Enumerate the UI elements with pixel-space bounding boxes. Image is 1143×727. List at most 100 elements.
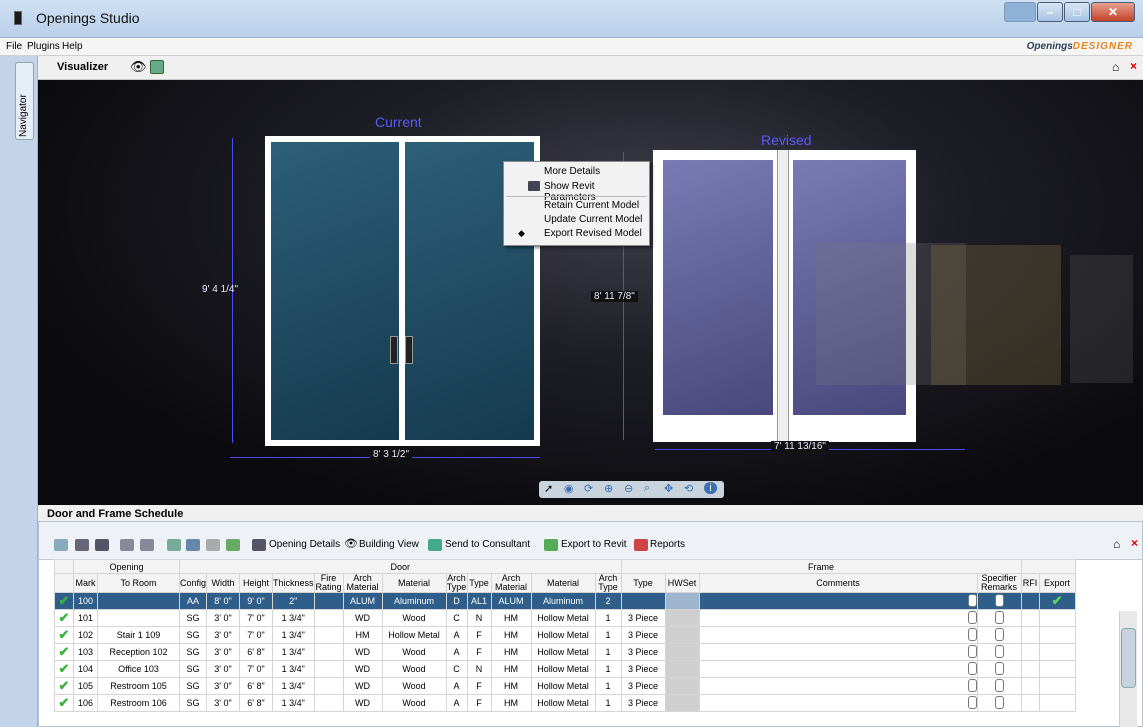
table-cell[interactable]: SG [178, 694, 208, 712]
zoom-in-icon[interactable]: ⊕ [604, 482, 613, 495]
undo-icon[interactable] [120, 539, 134, 551]
column-header[interactable]: Width [206, 573, 241, 593]
table-cell[interactable]: WD [342, 677, 383, 695]
table-cell[interactable] [313, 609, 344, 627]
table-cell[interactable]: 1 [594, 609, 622, 627]
table-cell[interactable]: N [466, 660, 492, 678]
table-row[interactable]: ✔ 105 Restroom 105 SG 3' 0" 6' 8" 1 3/4" WD Wood… [54, 677, 1076, 695]
table-cell[interactable]: 1 [594, 660, 622, 678]
comments-cell[interactable] [698, 677, 978, 695]
specifier-remarks-cell[interactable] [976, 626, 1022, 644]
column-header[interactable]: Material [530, 573, 596, 593]
remarks-note-icon[interactable] [994, 678, 1004, 692]
table-cell[interactable]: Hollow Metal [530, 694, 596, 712]
table-cell[interactable]: ALUM [342, 592, 383, 610]
specifier-remarks-cell[interactable] [976, 694, 1022, 712]
columns-icon[interactable] [186, 539, 200, 551]
hwset-cell[interactable] [664, 626, 700, 644]
rfi-cell[interactable] [1020, 626, 1040, 644]
save-icon[interactable] [75, 539, 89, 551]
export-cell[interactable] [1038, 643, 1076, 661]
comment-note-icon[interactable] [967, 678, 977, 692]
table-cell[interactable]: 103 [73, 643, 98, 661]
table-cell[interactable]: 1 3/4" [272, 677, 315, 695]
table-cell[interactable]: SG [178, 660, 208, 678]
specifier-remarks-cell[interactable] [976, 609, 1022, 627]
pin-schedule-icon[interactable]: ⌂ [1113, 537, 1120, 551]
table-cell[interactable] [313, 626, 344, 644]
table-row[interactable]: ✔ 104 Office 103 SG 3' 0" 7' 0" 1 3/4" WD Wood C N… [54, 660, 1076, 678]
rfi-cell[interactable] [1020, 643, 1040, 661]
table-cell[interactable]: 102 [73, 626, 98, 644]
export-cell[interactable] [1038, 677, 1076, 695]
table-cell[interactable]: Stair 1 109 [97, 626, 180, 644]
table-cell[interactable]: A [445, 643, 468, 661]
filter-icon[interactable] [206, 539, 220, 551]
comment-note-icon[interactable] [967, 661, 977, 675]
table-cell[interactable]: A [445, 694, 468, 712]
pointer-icon[interactable]: ➚ [544, 482, 553, 495]
table-cell[interactable]: 3' 0" [206, 609, 241, 627]
export-icon[interactable] [150, 60, 164, 74]
table-cell[interactable]: A [445, 626, 468, 644]
table-cell[interactable] [620, 592, 666, 610]
hwset-cell[interactable] [664, 609, 700, 627]
rotate-icon[interactable]: ⟳ [584, 482, 593, 495]
table-cell[interactable]: 1 [594, 643, 622, 661]
table-cell[interactable]: AA [178, 592, 208, 610]
table-row[interactable]: ✔ 102 Stair 1 109 SG 3' 0" 7' 0" 1 3/4" HM Hollo… [54, 626, 1076, 644]
export-to-revit-button[interactable]: Export to Revit [561, 539, 627, 550]
table-cell[interactable]: Hollow Metal [530, 660, 596, 678]
table-cell[interactable]: Aluminum [530, 592, 596, 610]
table-cell[interactable]: HM [490, 677, 532, 695]
table-cell[interactable]: Reception 102 [97, 643, 180, 661]
column-header[interactable]: RFI [1020, 573, 1040, 593]
close-schedule-icon[interactable]: × [1131, 536, 1138, 550]
column-header[interactable]: Arch Type [445, 573, 468, 593]
table-cell[interactable]: Wood [381, 643, 447, 661]
specifier-remarks-cell[interactable] [976, 592, 1022, 610]
table-cell[interactable]: 101 [73, 609, 98, 627]
table-cell[interactable]: AL1 [466, 592, 492, 610]
export-cell[interactable] [1038, 694, 1076, 712]
comments-cell[interactable] [698, 694, 978, 712]
menu-retain-current-model[interactable]: Retain Current Model [544, 200, 639, 211]
grid-icon[interactable] [167, 539, 181, 551]
table-cell[interactable]: Hollow Metal [530, 626, 596, 644]
table-cell[interactable]: WD [342, 609, 383, 627]
table-cell[interactable]: 2" [272, 592, 315, 610]
table-cell[interactable]: 3' 0" [206, 643, 241, 661]
table-cell[interactable]: 105 [73, 677, 98, 695]
redo-icon[interactable] [140, 539, 154, 551]
info-icon[interactable]: i [704, 482, 717, 494]
table-cell[interactable] [97, 609, 180, 627]
view-icon[interactable]: ◉ [564, 482, 574, 495]
comment-note-icon[interactable] [967, 610, 977, 624]
table-cell[interactable]: SG [178, 626, 208, 644]
table-row[interactable]: ✔ 100 AA 8' 0" 9' 0" 2" ALUM Aluminum D AL1 ALUM Al… [54, 592, 1076, 610]
hwset-cell[interactable] [664, 677, 700, 695]
opening-details-button[interactable]: Opening Details [269, 539, 340, 550]
table-cell[interactable]: A [445, 677, 468, 695]
hwset-cell[interactable] [664, 694, 700, 712]
specifier-remarks-cell[interactable] [976, 643, 1022, 661]
table-cell[interactable]: 1 3/4" [272, 660, 315, 678]
table-cell[interactable]: Hollow Metal [530, 677, 596, 695]
hwset-cell[interactable] [664, 643, 700, 661]
table-row[interactable]: ✔ 101 SG 3' 0" 7' 0" 1 3/4" WD Wood C N HM Hollow M… [54, 609, 1076, 627]
navigator-tab[interactable]: Navigator [15, 62, 34, 140]
table-cell[interactable]: 3 Piece [620, 643, 666, 661]
send-to-consultant-button[interactable]: Send to Consultant [445, 539, 530, 550]
remarks-note-icon[interactable] [994, 627, 1004, 641]
column-header[interactable]: Type [620, 573, 666, 593]
new-row-icon[interactable] [54, 539, 68, 551]
rfi-cell[interactable] [1020, 694, 1040, 712]
column-header[interactable]: Arch Material [342, 573, 383, 593]
table-cell[interactable]: 3' 0" [206, 677, 241, 695]
table-cell[interactable]: WD [342, 694, 383, 712]
rfi-cell[interactable] [1020, 592, 1040, 610]
table-cell[interactable] [313, 677, 344, 695]
comments-cell[interactable] [698, 660, 978, 678]
layout-icon[interactable] [226, 539, 240, 551]
table-cell[interactable]: 3' 0" [206, 660, 241, 678]
